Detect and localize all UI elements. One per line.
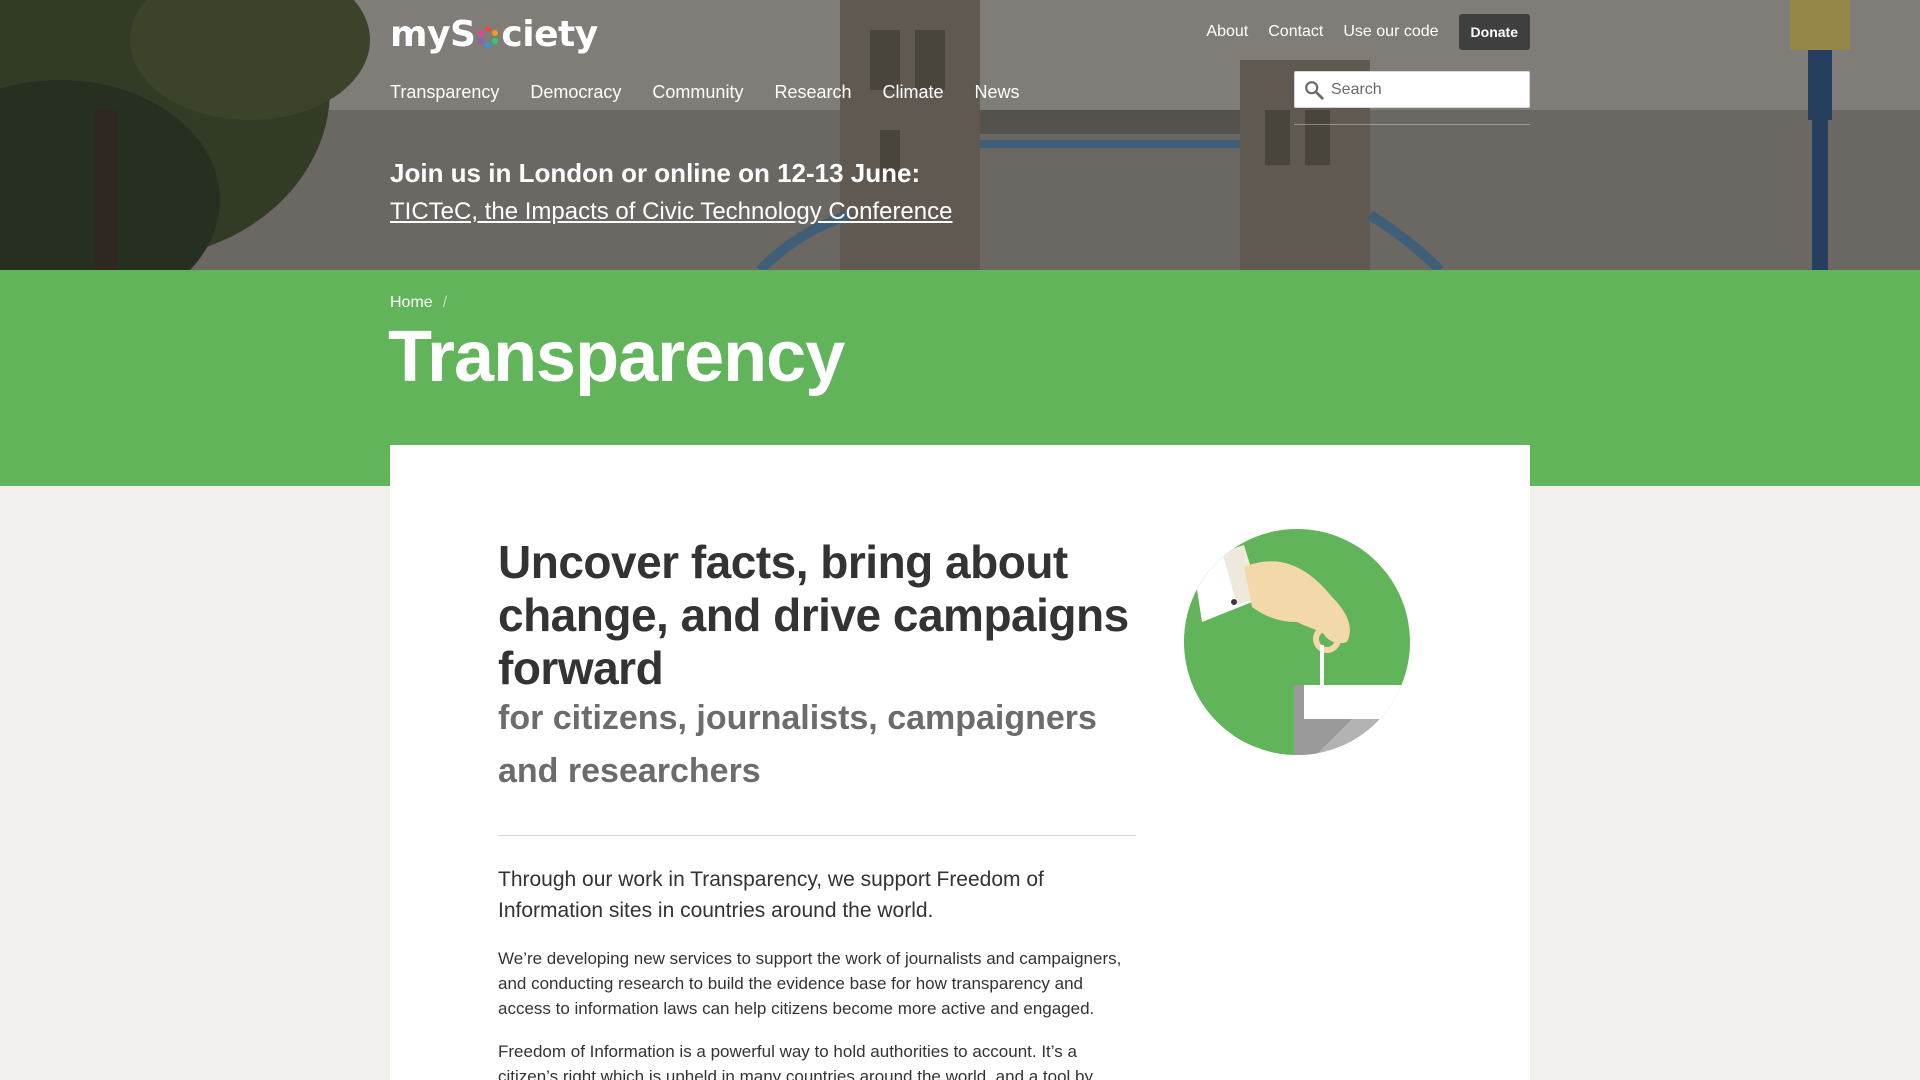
breadcrumb-home[interactable]: Home [390,294,433,312]
page-subhead: for citizens, journalists, campaigners a… [498,699,1097,790]
about-link[interactable]: About [1206,23,1248,41]
nav-item-research[interactable]: Research [774,82,851,103]
lead-paragraph: Through our work in Transparency, we sup… [498,868,1044,922]
logo-text-my: myS [390,14,476,55]
breadcrumb: Home / [390,294,447,312]
donate-button[interactable]: Donate [1458,14,1530,50]
promo-title: Join us in London or online on 12-13 Jun… [390,158,921,188]
nav-item-democracy[interactable]: Democracy [530,82,621,103]
main-nav: Transparency Democracy Community Researc… [390,82,1020,103]
hero-overlay [0,0,1920,270]
page-title: Transparency [388,317,845,397]
body-paragraph: Freedom of Information is a powerful way… [498,1042,1094,1080]
nav-item-news[interactable]: News [975,82,1020,103]
mysociety-logo[interactable]: myS ciety [390,14,598,55]
hero-banner [0,0,1920,270]
logo-text-ciety: ciety [501,14,598,55]
nav-item-transparency[interactable]: Transparency [390,82,499,103]
contact-link[interactable]: Contact [1268,23,1323,41]
use-our-code-link[interactable]: Use our code [1343,23,1438,41]
page-headline: Uncover facts, bring about change, and d… [498,536,1129,694]
tictec-conference-link[interactable]: TICTeC, the Impacts of Civic Technology … [390,198,952,226]
nav-item-climate[interactable]: Climate [883,82,944,103]
body-paragraph: We’re developing new services to support… [498,949,1122,1018]
header-divider [1294,124,1530,125]
search-input[interactable] [1331,80,1521,99]
nav-item-community[interactable]: Community [652,82,743,103]
content-divider [498,835,1136,836]
search-box [1294,71,1530,108]
breadcrumb-separator: / [442,294,448,311]
utility-nav: About Contact Use our code Donate [1206,14,1530,50]
logo-color-ring-icon [478,25,499,48]
ballot-hand-illustration [1184,529,1410,755]
search-icon[interactable] [1303,79,1325,101]
